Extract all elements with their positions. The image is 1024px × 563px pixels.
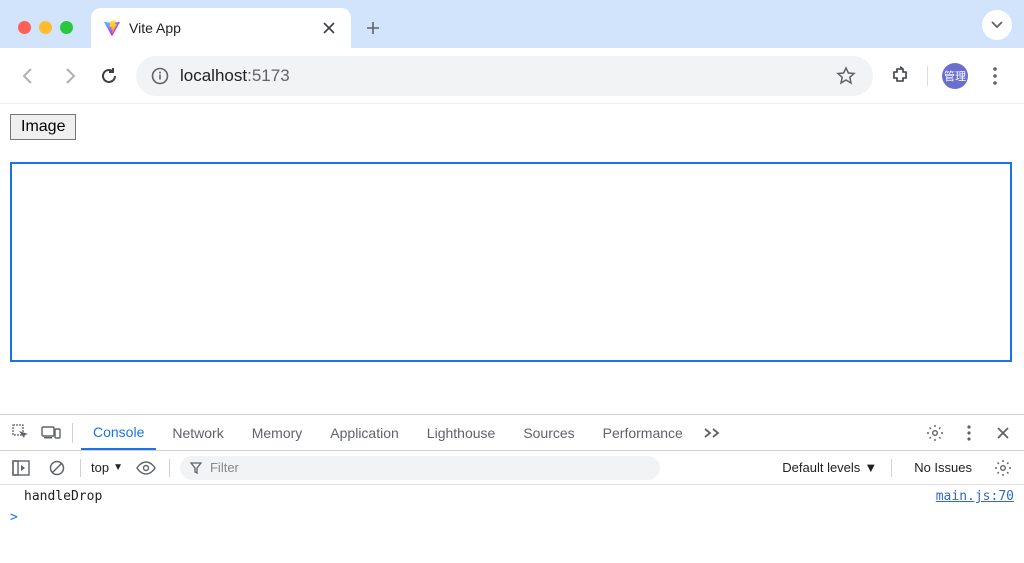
device-toolbar-icon[interactable] <box>38 420 64 446</box>
close-window-button[interactable] <box>18 21 31 34</box>
toolbar-separator <box>927 66 928 86</box>
collapse-tabs-button[interactable] <box>982 10 1012 40</box>
tab-application[interactable]: Application <box>318 415 411 450</box>
tab-network[interactable]: Network <box>160 415 235 450</box>
back-button[interactable] <box>16 63 42 89</box>
tab-lighthouse[interactable]: Lighthouse <box>415 415 508 450</box>
issues-label[interactable]: No Issues <box>906 460 980 475</box>
tab-performance[interactable]: Performance <box>591 415 695 450</box>
devtools-panel: Console Network Memory Application Light… <box>0 414 1024 563</box>
console-log-row[interactable]: handleDrop main.js:70 <box>0 485 1024 508</box>
new-tab-button[interactable] <box>359 14 387 42</box>
address-bar[interactable]: localhost:5173 <box>136 56 873 96</box>
site-info-icon[interactable] <box>150 66 170 86</box>
execution-context-selector[interactable]: top ▼ <box>91 460 123 475</box>
vite-favicon-icon <box>103 19 121 37</box>
devtools-close-icon[interactable] <box>990 420 1016 446</box>
divider <box>72 423 73 443</box>
profile-avatar[interactable]: 管理 <box>942 63 968 89</box>
divider <box>80 459 81 477</box>
console-filter-input[interactable]: Filter <box>180 456 660 480</box>
browser-toolbar: localhost:5173 管理 <box>0 48 1024 104</box>
log-levels-selector[interactable]: Default levels ▼ <box>782 460 877 475</box>
tab-memory[interactable]: Memory <box>240 415 315 450</box>
console-output: handleDrop main.js:70 > <box>0 485 1024 563</box>
live-expression-icon[interactable] <box>133 455 159 481</box>
divider <box>891 459 892 477</box>
forward-button[interactable] <box>56 63 82 89</box>
browser-titlebar: Vite App <box>0 0 1024 48</box>
caret-down-icon: ▼ <box>113 462 123 473</box>
more-tabs-icon[interactable] <box>703 427 721 439</box>
divider <box>169 459 170 477</box>
tab-sources[interactable]: Sources <box>511 415 586 450</box>
clear-console-icon[interactable] <box>44 455 70 481</box>
url-port: :5173 <box>247 66 290 85</box>
page-content: Image <box>0 104 1024 372</box>
minimize-window-button[interactable] <box>39 21 52 34</box>
console-prompt[interactable]: > <box>0 508 1024 527</box>
window-controls <box>0 21 91 48</box>
tab-strip: Vite App <box>91 0 387 48</box>
url-text: localhost:5173 <box>180 66 290 86</box>
log-source-link[interactable]: main.js:70 <box>936 489 1014 504</box>
toggle-sidebar-icon[interactable] <box>8 455 34 481</box>
tab-title: Vite App <box>129 20 311 36</box>
maximize-window-button[interactable] <box>60 21 73 34</box>
devtools-tab-bar: Console Network Memory Application Light… <box>0 415 1024 451</box>
bookmark-icon[interactable] <box>833 63 859 89</box>
console-toolbar: top ▼ Filter Default levels ▼ No Issues <box>0 451 1024 485</box>
menu-icon[interactable] <box>982 63 1008 89</box>
levels-label: Default levels <box>782 460 860 475</box>
prompt-caret: > <box>10 510 18 525</box>
filter-placeholder: Filter <box>210 460 239 475</box>
url-host: localhost <box>180 66 247 85</box>
tab-console[interactable]: Console <box>81 415 156 450</box>
devtools-settings-icon[interactable] <box>922 420 948 446</box>
inspect-element-icon[interactable] <box>8 420 34 446</box>
filter-icon <box>190 462 202 474</box>
log-message: handleDrop <box>24 489 102 504</box>
extensions-icon[interactable] <box>887 63 913 89</box>
reload-button[interactable] <box>96 63 122 89</box>
context-label: top <box>91 460 109 475</box>
caret-down-icon: ▼ <box>864 460 877 475</box>
browser-tab[interactable]: Vite App <box>91 8 351 48</box>
close-tab-icon[interactable] <box>319 22 339 34</box>
drop-zone[interactable] <box>10 162 1012 362</box>
console-settings-icon[interactable] <box>990 455 1016 481</box>
image-button[interactable]: Image <box>10 114 76 140</box>
devtools-menu-icon[interactable] <box>956 420 982 446</box>
